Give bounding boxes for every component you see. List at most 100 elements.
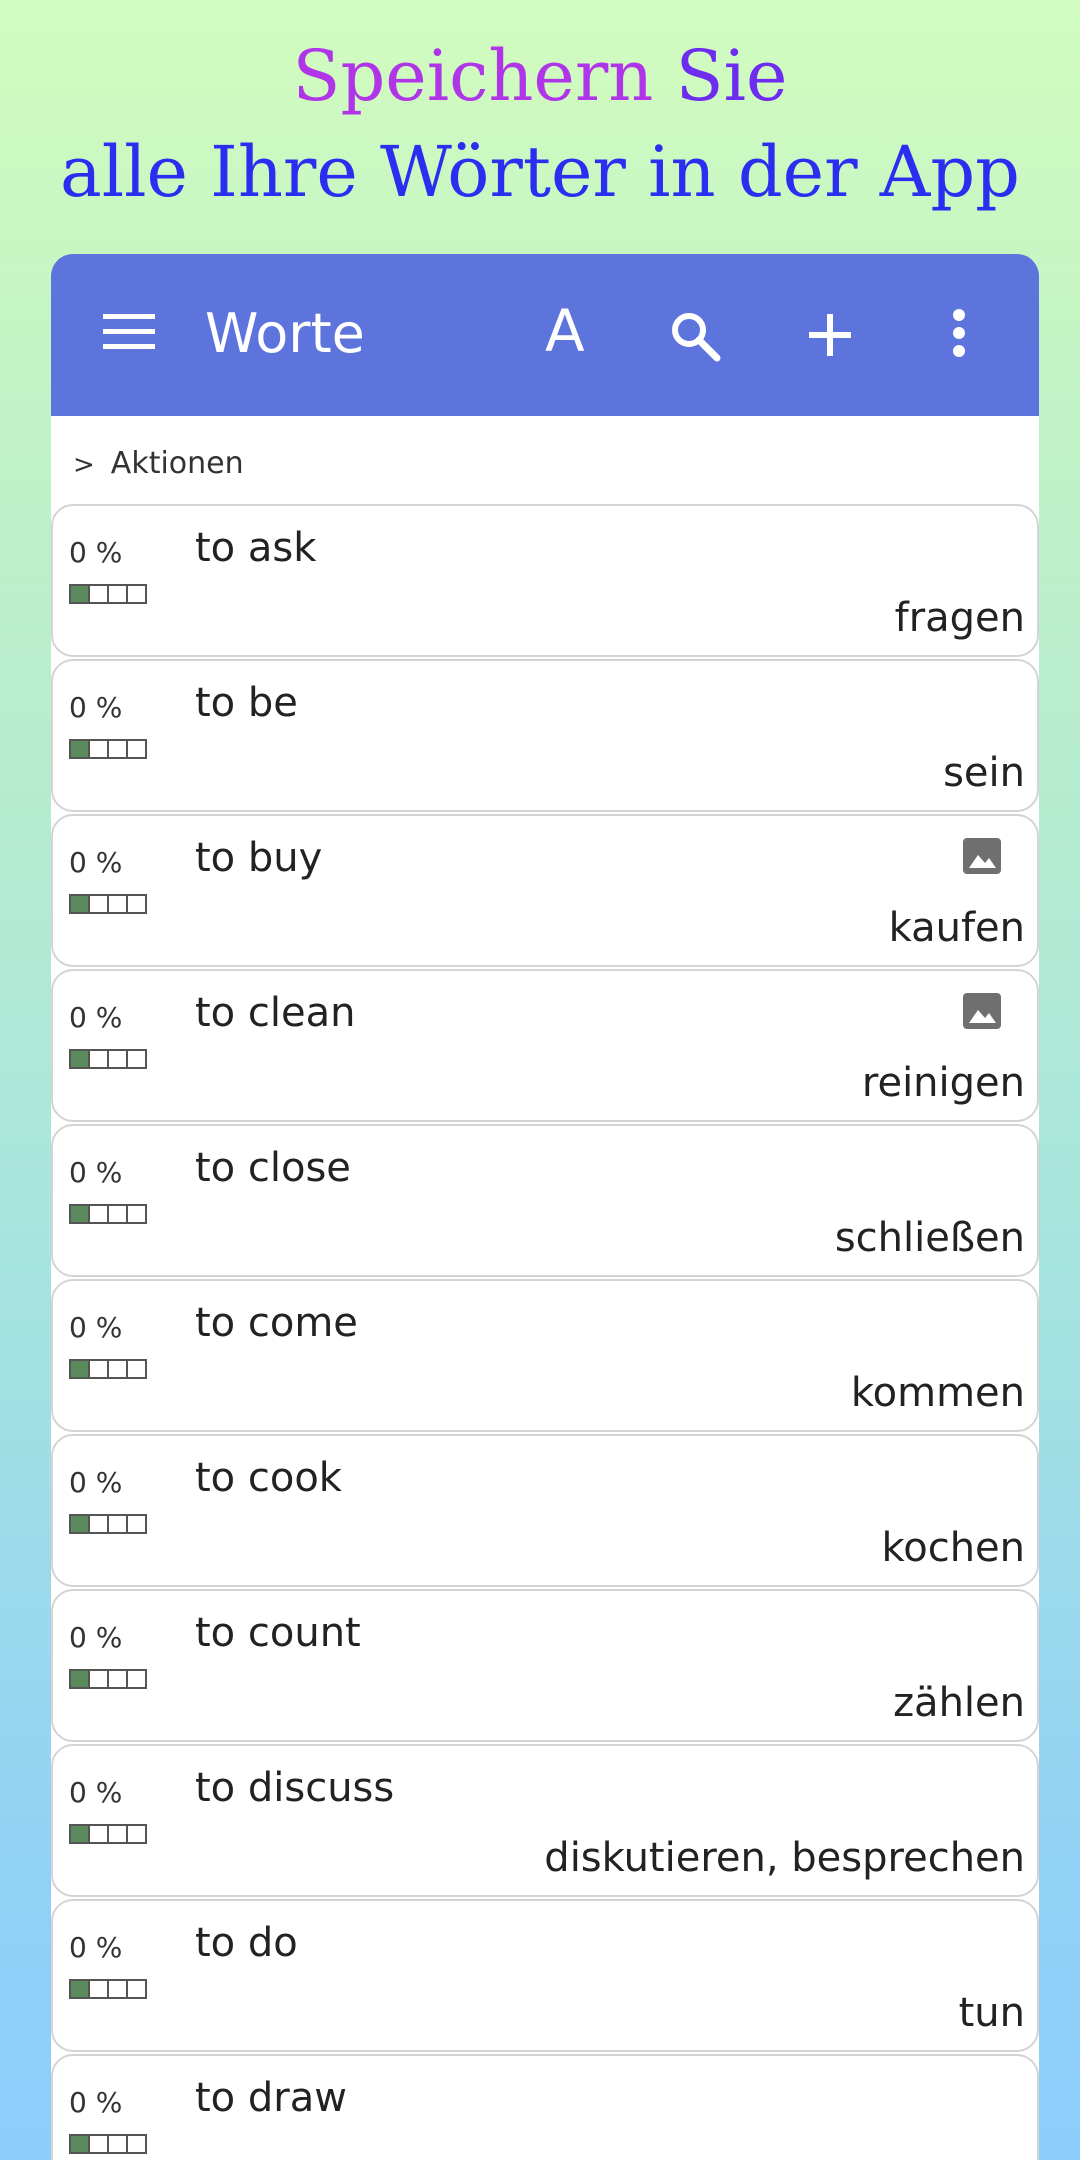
progress-segment (88, 894, 109, 914)
promo-line-1: Speichern Sie (0, 28, 1080, 124)
progress-segment (69, 1824, 90, 1844)
progress-segment (88, 584, 109, 604)
progress-segment (88, 1359, 109, 1379)
progress-segment (126, 1204, 147, 1224)
progress-segment (69, 1514, 90, 1534)
progress-segment (88, 2134, 109, 2154)
progress-segment (69, 584, 90, 604)
list-item[interactable]: 0 % to come kommen (51, 1279, 1039, 1432)
translation-text: kochen (881, 1525, 1025, 1571)
progress-segment (69, 1669, 90, 1689)
word-text: to close (195, 1145, 351, 1191)
progress-segment (88, 1979, 109, 1999)
progress-bar (69, 1204, 147, 1224)
promo-header: Speichern Sie alle Ihre Wörter in der Ap… (0, 28, 1080, 220)
progress-segment (126, 1049, 147, 1069)
progress-segment (107, 1979, 128, 1999)
progress-segment (126, 1359, 147, 1379)
translation-text: reinigen (861, 1060, 1025, 1106)
progress-segment (88, 1049, 109, 1069)
progress-bar (69, 1049, 147, 1069)
image-icon[interactable] (961, 991, 1003, 1031)
progress-bar (69, 1359, 147, 1379)
progress-bar (69, 894, 147, 914)
progress-segment (69, 2134, 90, 2154)
progress-segment (107, 1049, 128, 1069)
progress-segment (107, 2134, 128, 2154)
progress-percent: 0 % (69, 1001, 123, 1034)
progress-segment (126, 739, 147, 759)
list-item[interactable]: 0 % to draw (51, 2054, 1039, 2160)
progress-bar (69, 739, 147, 759)
progress-percent: 0 % (69, 691, 123, 724)
progress-bar (69, 1824, 147, 1844)
translation-text: kaufen (888, 905, 1025, 951)
progress-segment (107, 739, 128, 759)
progress-bar (69, 1669, 147, 1689)
progress-segment (126, 2134, 147, 2154)
progress-segment (107, 1204, 128, 1224)
progress-segment (126, 1824, 147, 1844)
word-text: to count (195, 1610, 361, 1656)
word-text: to draw (195, 2075, 347, 2121)
sort-icon[interactable]: A (545, 298, 585, 364)
progress-segment (126, 584, 147, 604)
list-item[interactable]: 0 % to do tun (51, 1899, 1039, 2052)
progress-bar (69, 1979, 147, 1999)
image-icon[interactable] (961, 836, 1003, 876)
progress-segment (88, 1824, 109, 1844)
menu-icon[interactable] (103, 314, 155, 354)
translation-text: zählen (893, 1680, 1025, 1726)
list-item[interactable]: 0 % to close schließen (51, 1124, 1039, 1277)
progress-percent: 0 % (69, 1776, 123, 1809)
progress-percent: 0 % (69, 1311, 123, 1344)
progress-percent: 0 % (69, 536, 123, 569)
promo-word-speichern: Speichern (292, 35, 654, 117)
translation-text: tun (958, 1990, 1025, 2036)
progress-segment (126, 1669, 147, 1689)
progress-segment (107, 1359, 128, 1379)
actions-expander[interactable]: > Aktionen (73, 442, 244, 487)
word-text: to ask (195, 525, 317, 571)
progress-percent: 0 % (69, 1466, 123, 1499)
progress-segment (107, 1514, 128, 1534)
list-item[interactable]: 0 % to buy kaufen (51, 814, 1039, 967)
search-icon[interactable] (669, 310, 721, 362)
progress-bar (69, 584, 147, 604)
actions-label: Aktionen (110, 446, 244, 481)
promo-line-2: alle Ihre Wörter in der App (60, 131, 1020, 213)
progress-segment (69, 1359, 90, 1379)
progress-segment (107, 1669, 128, 1689)
word-text: to do (195, 1920, 298, 1966)
list-item[interactable]: 0 % to be sein (51, 659, 1039, 812)
progress-percent: 0 % (69, 2086, 123, 2119)
progress-percent: 0 % (69, 1931, 123, 1964)
page-title: Worte (205, 302, 365, 365)
add-icon[interactable] (807, 312, 853, 358)
list-item[interactable]: 0 % to ask fragen (51, 504, 1039, 657)
progress-segment (69, 1049, 90, 1069)
translation-text: diskutieren, besprechen (544, 1835, 1025, 1881)
progress-percent: 0 % (69, 846, 123, 879)
list-item[interactable]: 0 % to cook kochen (51, 1434, 1039, 1587)
more-vert-icon[interactable] (951, 308, 967, 358)
translation-text: kommen (850, 1370, 1025, 1416)
progress-segment (69, 894, 90, 914)
word-text: to buy (195, 835, 323, 881)
list-item[interactable]: 0 % to count zählen (51, 1589, 1039, 1742)
promo-word-sie: Sie (675, 35, 788, 117)
progress-bar (69, 1514, 147, 1534)
word-text: to clean (195, 990, 356, 1036)
list-item[interactable]: 0 % to discuss diskutieren, besprechen (51, 1744, 1039, 1897)
chevron-right-icon: > (73, 450, 95, 480)
word-text: to discuss (195, 1765, 395, 1811)
list-item[interactable]: 0 % to clean reinigen (51, 969, 1039, 1122)
progress-segment (88, 739, 109, 759)
progress-segment (88, 1204, 109, 1224)
progress-segment (107, 894, 128, 914)
progress-segment (88, 1514, 109, 1534)
word-text: to cook (195, 1455, 342, 1501)
progress-segment (126, 894, 147, 914)
progress-segment (69, 1979, 90, 1999)
translation-text: schließen (834, 1215, 1025, 1261)
